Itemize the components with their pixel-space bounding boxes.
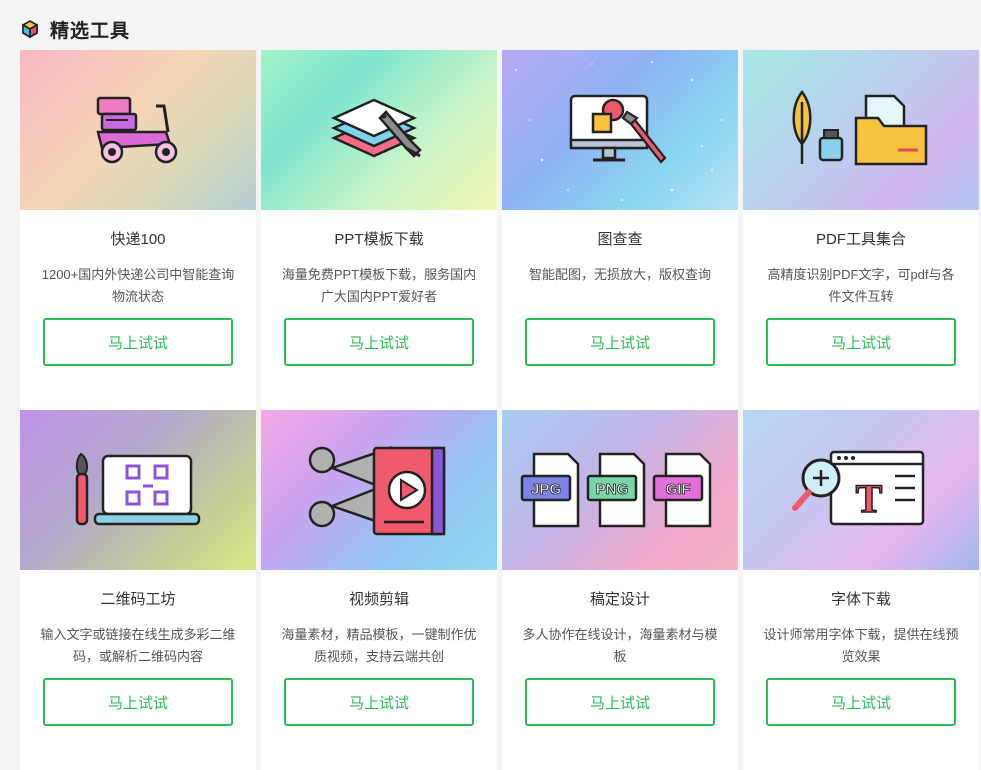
try-now-button[interactable]: 马上试试 <box>43 318 233 366</box>
tool-card-qrcode: 二维码工坊 输入文字或链接在线生成多彩二维码，或解析二维码内容 马上试试 <box>20 410 256 770</box>
jpg-file-icon: JPG <box>520 452 580 528</box>
card-banner <box>20 410 256 570</box>
tool-card-kuaidi100: 快递100 1200+国内外快递公司中智能查询物流状态 马上试试 <box>20 50 256 410</box>
card-title: 快递100 <box>110 231 166 248</box>
tool-card-font-download: T 字体下载 设计师常用字体下载，提供在线预览效果 马上试试 <box>743 410 979 770</box>
card-title: 视频剪辑 <box>348 591 409 608</box>
try-now-button[interactable]: 马上试试 <box>284 678 474 726</box>
card-title: PDF工具集合 <box>815 231 906 248</box>
try-now-button[interactable]: 马上试试 <box>43 678 233 726</box>
card-banner <box>20 50 256 210</box>
card-banner <box>743 50 979 210</box>
tool-card-pdf-tools: PDF工具集合 高精度识别PDF文字，可pdf与各件文件互转 马上试试 <box>743 50 979 410</box>
card-description: 海量免费PPT模板下载，服务国内广大国内PPT爱好者 <box>281 267 477 304</box>
section-title: 精选工具 <box>50 20 131 42</box>
tool-card-video-editing: 视频剪辑 海量素材，精品模板，一键制作优质视频，支持云端共创 马上试试 <box>261 410 497 770</box>
tool-card-tuchacha: 图查查 智能配图，无损放大，版权查询 马上试试 <box>502 50 738 410</box>
layers-pen-icon <box>330 98 422 158</box>
magnifier-font-icon: T <box>792 450 925 526</box>
try-now-button[interactable]: 马上试试 <box>766 318 956 366</box>
laptop-qrcode-brush-icon <box>75 452 201 526</box>
try-now-button[interactable]: 马上试试 <box>284 318 474 366</box>
file-format-label: PNG <box>596 481 629 498</box>
delivery-scooter-icon <box>96 96 178 164</box>
try-now-button[interactable]: 马上试试 <box>766 678 956 726</box>
card-description: 输入文字或链接在线生成多彩二维码，或解析二维码内容 <box>40 627 236 664</box>
try-now-button[interactable]: 马上试试 <box>525 678 715 726</box>
try-now-button[interactable]: 马上试试 <box>525 318 715 366</box>
scissors-film-play-icon <box>308 446 446 536</box>
card-description: 多人协作在线设计，海量素材与模板 <box>522 627 718 664</box>
monitor-paintbrush-icon <box>569 94 667 164</box>
card-description: 海量素材，精品模板，一键制作优质视频，支持云端共创 <box>281 627 477 664</box>
file-format-label: GIF <box>666 481 691 498</box>
card-banner: JPG PNG GIF <box>502 410 738 570</box>
file-format-label: JPG <box>531 481 561 498</box>
png-file-icon: PNG <box>586 452 646 528</box>
tool-card-ppt-templates: PPT模板下载 海量免费PPT模板下载，服务国内广大国内PPT爱好者 马上试试 <box>261 50 497 410</box>
tools-grid: 快递100 1200+国内外快递公司中智能查询物流状态 马上试试 PPT模板下载… <box>20 50 981 770</box>
card-banner: T <box>743 410 979 570</box>
card-banner <box>261 50 497 210</box>
gif-file-icon: GIF <box>652 452 712 528</box>
card-title: 二维码工坊 <box>100 591 176 608</box>
card-title: 字体下载 <box>830 591 891 608</box>
card-description: 设计师常用字体下载，提供在线预览效果 <box>763 627 959 664</box>
card-description: 1200+国内外快递公司中智能查询物流状态 <box>41 267 235 304</box>
card-description: 智能配图，无损放大，版权查询 <box>528 267 711 282</box>
card-title: 图查查 <box>597 231 643 248</box>
image-file-formats-icon: JPG PNG GIF <box>520 452 712 528</box>
card-banner <box>502 50 738 210</box>
card-banner <box>261 410 497 570</box>
tool-card-gaoding-design: JPG PNG GIF 稿定设计 多人协作在线设计，海量素材与模板 马上试试 <box>502 410 738 770</box>
card-title: 稿定设计 <box>589 591 650 608</box>
section-header: 精选工具 <box>20 14 130 44</box>
font-glyph: T <box>856 476 883 521</box>
card-description: 高精度识别PDF文字，可pdf与各件文件互转 <box>767 267 955 304</box>
cube-box-icon <box>22 20 38 39</box>
card-title: PPT模板下载 <box>334 231 424 248</box>
quill-ink-folder-icon <box>792 89 928 166</box>
